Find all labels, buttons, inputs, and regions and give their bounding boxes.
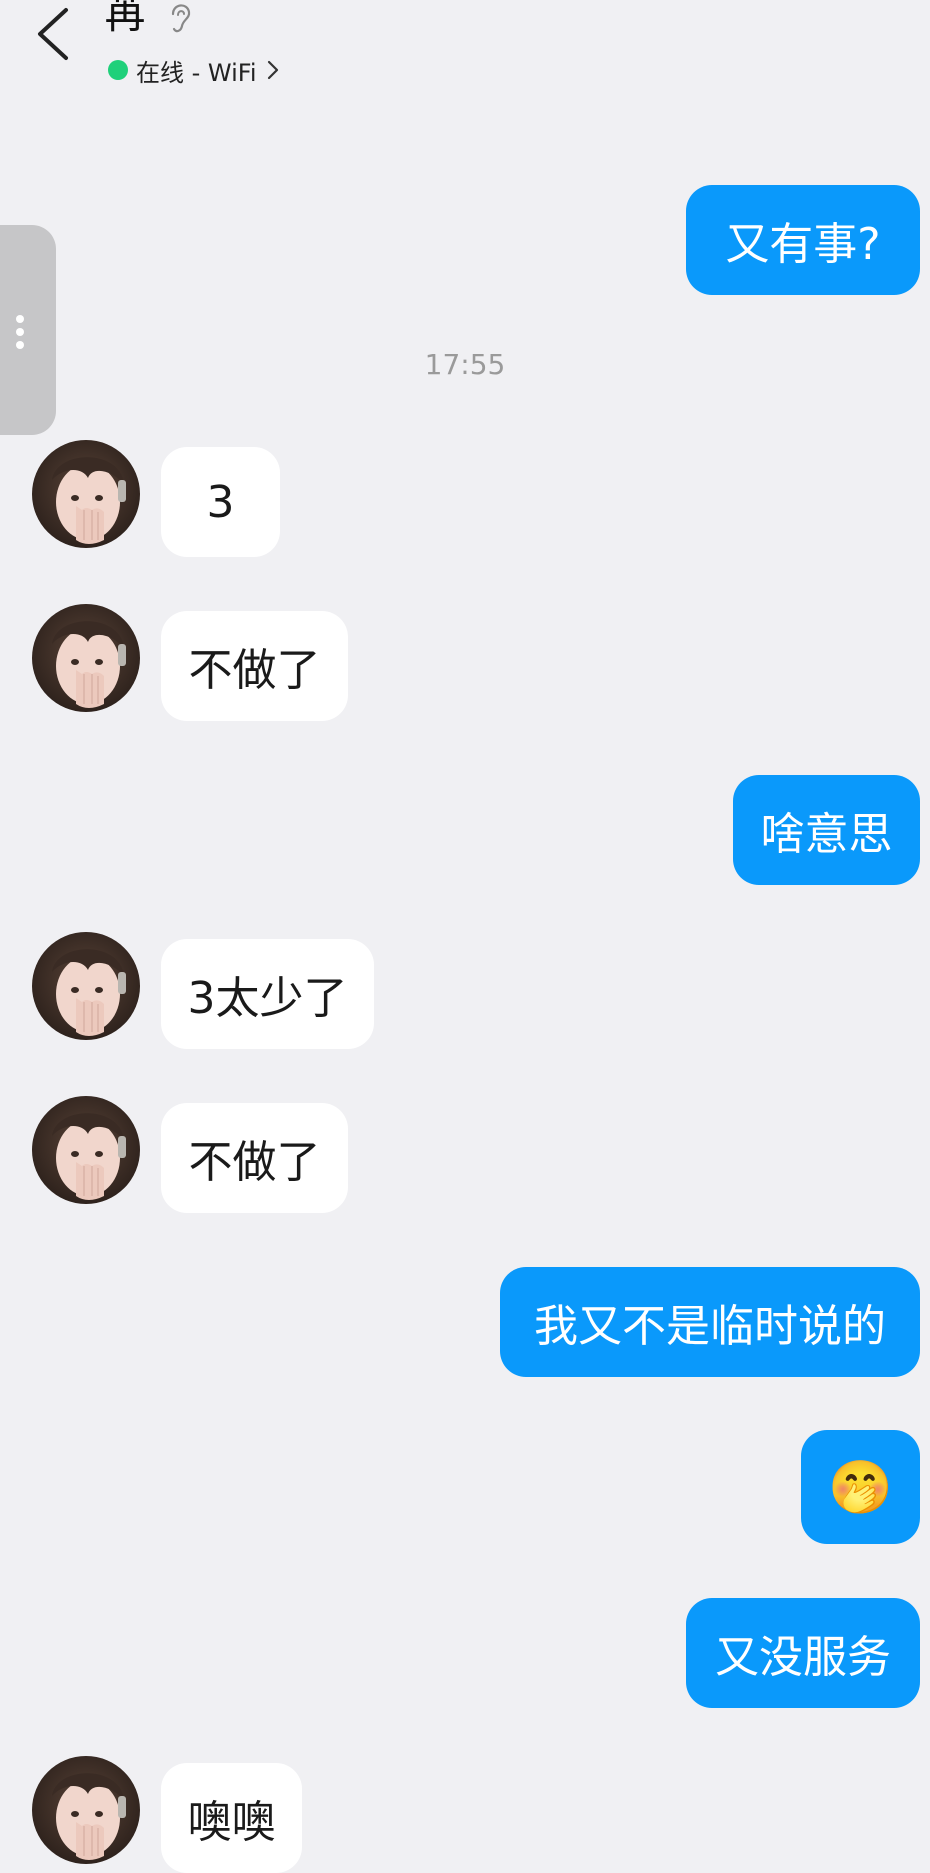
message-text: 3太少了: [187, 973, 348, 1024]
message-text: 又没服务: [715, 1632, 891, 1683]
more-dots-icon: [16, 315, 24, 354]
outgoing-message[interactable]: 啥意思: [733, 775, 920, 885]
avatar[interactable]: [32, 1756, 140, 1864]
online-status[interactable]: 在线 - WiFi: [108, 54, 281, 87]
incoming-message[interactable]: 3太少了: [161, 939, 374, 1049]
avatar[interactable]: [32, 604, 140, 712]
chevron-right-icon: [267, 60, 278, 80]
emoji: 🤭: [828, 1457, 893, 1518]
outgoing-message[interactable]: 又没服务: [686, 1598, 920, 1708]
side-drawer-handle[interactable]: [0, 225, 56, 435]
incoming-message[interactable]: 噢噢: [161, 1763, 302, 1873]
message-text: 3: [206, 476, 235, 528]
message-text: 又有事?: [725, 219, 881, 270]
outgoing-message[interactable]: 我又不是临时说的: [500, 1267, 920, 1377]
incoming-message[interactable]: 不做了: [161, 1103, 348, 1213]
message-text: 噢噢: [187, 1797, 276, 1848]
avatar[interactable]: [32, 932, 140, 1040]
outgoing-emoji-message[interactable]: 🤭: [801, 1430, 920, 1544]
back-arrow-icon[interactable]: [32, 2, 82, 72]
online-status-text: 在线 - WiFi: [136, 58, 257, 87]
chat-header: 苒 在线 - WiFi: [0, 0, 930, 96]
message-text: 啥意思: [760, 809, 893, 860]
ear-icon: [171, 4, 191, 33]
message-text: 不做了: [188, 645, 321, 696]
avatar[interactable]: [32, 440, 140, 548]
incoming-message[interactable]: 3: [161, 447, 280, 557]
message-text: 不做了: [188, 1137, 321, 1188]
avatar[interactable]: [32, 1096, 140, 1204]
online-dot-icon: [108, 60, 128, 80]
timestamp: 17:55: [424, 348, 506, 381]
contact-name[interactable]: 苒: [104, 0, 146, 42]
message-text: 我又不是临时说的: [534, 1301, 886, 1352]
outgoing-message[interactable]: 又有事?: [686, 185, 920, 295]
incoming-message[interactable]: 不做了: [161, 611, 348, 721]
